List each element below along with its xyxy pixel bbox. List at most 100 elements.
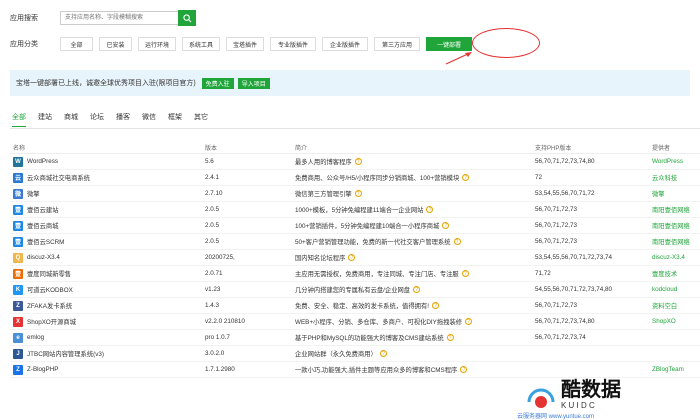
app-provider[interactable]: 南阳壹佰网络 bbox=[652, 221, 700, 230]
row-name: Z ZFAKA发卡系统 bbox=[10, 300, 205, 311]
tab-1[interactable]: 建站 bbox=[38, 112, 52, 127]
help-icon[interactable]: ? bbox=[431, 302, 439, 309]
app-name[interactable]: 壹佰云建站 bbox=[27, 205, 58, 214]
search-button[interactable] bbox=[178, 10, 196, 26]
table-row[interactable]: Z ZFAKA发卡系统 1.4.3 免费、安全、稳定、高效的发卡系统，值得拥有!? 56… bbox=[10, 298, 700, 314]
kuidc-watermark: 酷数据 K U I D C 云服务器网 www.yuntue.com bbox=[517, 377, 621, 420]
category-list: 全部 已安装 运行环境 系统工具 宝塔插件 专业版插件 企业版插件 第三方应用 一键部署 bbox=[60, 37, 473, 51]
app-name[interactable]: Z-BlogPHP bbox=[27, 366, 59, 373]
app-name[interactable]: 可道云KODBOX bbox=[27, 285, 73, 294]
app-name[interactable]: JTBC网站内容管理系统(v3) bbox=[27, 349, 104, 358]
app-version: 1.4.3 bbox=[205, 302, 220, 309]
app-provider[interactable]: 云众科技 bbox=[652, 173, 700, 182]
help-icon[interactable]: ? bbox=[453, 238, 461, 245]
app-version: 2.0.5 bbox=[205, 238, 220, 245]
table-row[interactable]: 壹壹度同城新零售 2.0.71 主应用无需授权，免费商用，专注同城、专注门店、专注服… bbox=[10, 266, 700, 282]
app-name[interactable]: WordPress bbox=[27, 158, 58, 165]
help-icon[interactable]: ? bbox=[426, 206, 434, 213]
table-row[interactable]: e emlog pro 1.0.7 基于PHP和MySQL的功能强大的博客及CMS建站… bbox=[10, 330, 700, 346]
app-provider[interactable]: 微擎 bbox=[652, 189, 700, 198]
category-3[interactable]: 系统工具 bbox=[182, 37, 221, 51]
category-0[interactable]: 全部 bbox=[60, 37, 93, 51]
help-icon[interactable]: ? bbox=[442, 222, 450, 229]
app-php: 56,70,71,72,73,74 bbox=[535, 334, 586, 341]
search-label: 应用搜索 bbox=[10, 15, 38, 22]
app-name[interactable]: discuz-X3.4 bbox=[27, 254, 60, 261]
app-provider[interactable]: 南阳壹佰网络 bbox=[652, 205, 700, 214]
app-version: 1.7.1.2980 bbox=[205, 366, 235, 373]
help-icon[interactable]: ? bbox=[348, 254, 356, 261]
free-join-button[interactable]: 免费入驻 bbox=[201, 77, 234, 89]
category-2[interactable]: 运行环境 bbox=[138, 37, 177, 51]
tab-4[interactable]: 播客 bbox=[116, 112, 130, 127]
app-php: 56,70,71,72,73,74,80 bbox=[535, 158, 595, 165]
jtbc-icon: J bbox=[13, 348, 23, 359]
category-7[interactable]: 第三方应用 bbox=[374, 37, 421, 51]
row-name: K 可道云KODBOX bbox=[10, 284, 205, 295]
table-row[interactable]: J JTBC网站内容管理系统(v3) 3.0.2.0 企业网站群（永久免费商用）? bbox=[10, 346, 700, 362]
app-name[interactable]: 微擎 bbox=[27, 189, 40, 198]
tab-6[interactable]: 框架 bbox=[168, 112, 182, 127]
help-icon[interactable]: ? bbox=[446, 334, 454, 341]
table-row[interactable]: 云云众商城社交电商系统 2.4.1 免费商用、公众号/H5/小程序同步分销商城、10… bbox=[10, 170, 700, 186]
app-provider[interactable]: ShopXO bbox=[652, 318, 700, 325]
tab-0[interactable]: 全部 bbox=[12, 112, 26, 127]
help-icon[interactable]: ? bbox=[461, 270, 469, 277]
app-table: 名称 版本 简介 支持PHP版本 提供者 W WordPress 5.6 最多人用的博… bbox=[10, 142, 700, 378]
app-name[interactable]: ZFAKA发卡系统 bbox=[27, 301, 72, 310]
app-provider[interactable]: 南阳壹佰网络 bbox=[652, 237, 700, 246]
app-name[interactable]: 壹佰云商城 bbox=[27, 221, 58, 230]
category-1[interactable]: 已安装 bbox=[99, 37, 132, 51]
app-name[interactable]: ShopXO开源商城 bbox=[27, 317, 76, 326]
tab-2[interactable]: 商城 bbox=[64, 112, 78, 127]
app-provider[interactable]: discuz-X3.4 bbox=[652, 254, 700, 261]
header-desc: 简介 bbox=[295, 146, 308, 152]
category-4[interactable]: 宝塔插件 bbox=[226, 37, 265, 51]
yidu-icon: 壹 bbox=[13, 268, 23, 279]
table-row[interactable]: Qdiscuz-X3.4 20200725, 国内知名论坛程序? 53,54,55,5… bbox=[10, 250, 700, 266]
row-desc: 一款小巧,功能强大,插件主题等应用众多的博客和CMS程序? bbox=[295, 365, 535, 374]
table-row[interactable]: K 可道云KODBOX v1.23 几分钟内搭建您的专属私有云盘/企业网盘? 54,55… bbox=[10, 282, 700, 298]
app-name[interactable]: 壹度同城新零售 bbox=[27, 269, 71, 278]
help-icon[interactable]: ? bbox=[462, 174, 470, 181]
app-php: 72 bbox=[535, 174, 543, 181]
help-icon[interactable]: ? bbox=[465, 318, 473, 325]
category-5[interactable]: 专业版插件 bbox=[270, 37, 317, 51]
shopxo-icon: X bbox=[13, 316, 23, 327]
row-name: X ShopXO开源商城 bbox=[10, 316, 205, 327]
tab-7[interactable]: 其它 bbox=[194, 112, 208, 127]
help-icon[interactable]: ? bbox=[379, 350, 387, 357]
category-8[interactable]: 一键部署 bbox=[426, 37, 473, 51]
app-provider[interactable]: kodcloud bbox=[652, 286, 700, 293]
table-row[interactable]: 壹壹佰云商城 2.0.5 100+营销插件，5分钟免编程建10端合一小程序商城? 56… bbox=[10, 218, 700, 234]
help-icon[interactable]: ? bbox=[460, 366, 468, 373]
tab-3[interactable]: 论坛 bbox=[90, 112, 104, 127]
help-icon[interactable]: ? bbox=[354, 190, 362, 197]
table-row[interactable]: W WordPress 5.6 最多人用的博客程序? 56,70,71,72,73,74… bbox=[10, 154, 700, 170]
row-desc: 免费、安全、稳定、高效的发卡系统，值得拥有!? bbox=[295, 301, 535, 310]
row-name: W WordPress bbox=[10, 156, 205, 167]
app-provider[interactable]: WordPress bbox=[652, 158, 700, 165]
app-name[interactable]: emlog bbox=[27, 334, 44, 341]
help-icon[interactable]: ? bbox=[354, 158, 362, 165]
category-6[interactable]: 企业版插件 bbox=[322, 37, 369, 51]
app-provider[interactable]: 壹度技术 bbox=[652, 269, 700, 278]
wordpress-icon: W bbox=[13, 156, 23, 167]
app-name[interactable]: 云众商城社交电商系统 bbox=[27, 173, 90, 182]
search-box bbox=[60, 10, 196, 26]
app-php: 56,70,71,72,73 bbox=[535, 238, 578, 245]
app-provider[interactable]: 资料空白 bbox=[652, 301, 700, 310]
import-project-button[interactable]: 导入项目 bbox=[237, 77, 270, 89]
row-name: 云云众商城社交电商系统 bbox=[10, 172, 205, 183]
table-row[interactable]: 微微擎 2.7.10 微信第三方管理引擎? 53,54,55,56,70,71,72 微… bbox=[10, 186, 700, 202]
row-desc: 100+营销插件，5分钟免编程建10端合一小程序商城? bbox=[295, 221, 535, 230]
help-icon[interactable]: ? bbox=[413, 286, 421, 293]
table-row[interactable]: 壹壹佰云SCRM 2.0.5 50+客户营销管理功能，免费的新一代社交客户管理系统?… bbox=[10, 234, 700, 250]
search-input[interactable] bbox=[60, 11, 178, 25]
row-desc: 基于PHP和MySQL的功能强大的博客及CMS建站系统? bbox=[295, 333, 535, 342]
tab-5[interactable]: 微信 bbox=[142, 112, 156, 127]
table-row[interactable]: X ShopXO开源商城 v2.2.0 210810 WEB+小程序、分销、多仓库、多… bbox=[10, 314, 700, 330]
app-desc: 微信第三方管理引擎 bbox=[295, 191, 352, 198]
app-name[interactable]: 壹佰云SCRM bbox=[27, 237, 64, 246]
table-row[interactable]: 壹壹佰云建站 2.0.5 1000+模板，5分钟免编程建11端合一企业网站? 56,7… bbox=[10, 202, 700, 218]
